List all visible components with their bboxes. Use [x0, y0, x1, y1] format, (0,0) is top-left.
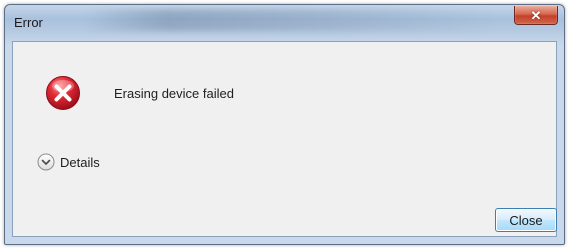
details-label: Details: [60, 154, 100, 170]
window-title: Error: [14, 15, 43, 30]
chevron-down-icon[interactable]: [37, 153, 55, 171]
close-icon: ✕: [530, 7, 542, 23]
details-toggle[interactable]: Details: [37, 153, 100, 171]
error-message: Erasing device failed: [114, 86, 234, 101]
close-button[interactable]: Close: [495, 208, 557, 232]
title-bar[interactable]: Error ✕: [5, 5, 564, 41]
window-close-button[interactable]: ✕: [514, 6, 558, 25]
error-icon: [46, 76, 80, 110]
dialog-content: Erasing device failed Details Close: [12, 41, 557, 237]
title-bar-glass: [85, 9, 494, 31]
error-dialog-window: Error ✕ Erasing device failed Details Cl…: [4, 4, 565, 245]
